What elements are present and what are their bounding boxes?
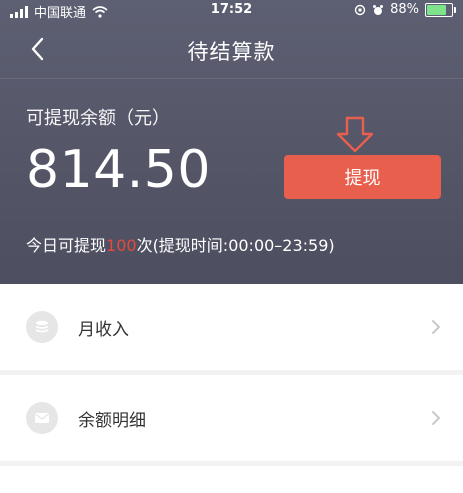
list-item-partial[interactable] [0,466,463,493]
down-arrow-icon [336,116,374,153]
balance-amount: 814.50 [26,140,211,200]
rotation-lock-icon [354,4,366,15]
list-item-label: 月收入 [78,320,129,340]
list-item-label: 余额明细 [78,411,146,431]
withdraw-note-prefix: 今日可提现 [26,236,107,255]
nav-divider [0,78,463,79]
withdraw-button[interactable]: 提现 [284,155,441,199]
battery-icon [425,2,456,17]
chevron-right-icon [432,411,440,425]
envelope-icon [26,402,58,434]
status-right: 88% [354,2,456,17]
balance-label: 可提现余额（元） [26,108,170,129]
withdraw-count: 100 [106,236,137,255]
coins-icon [26,311,58,343]
nav-bar: 待结算款 [0,24,463,78]
withdraw-note-suffix: 次(提现时间:00:00–23:59) [136,236,335,255]
status-bar: 中国联通 17:52 88% [0,0,463,24]
chevron-right-icon [432,320,440,334]
list-item-balance-details[interactable]: 余额明细 [0,375,463,461]
list-item-monthly-income[interactable]: 月收入 [0,284,463,370]
withdraw-note: 今日可提现100次(提现时间:00:00–23:59) [26,232,335,256]
page-title: 待结算款 [187,40,276,64]
battery-percent: 88% [390,2,419,17]
balance-header: 中国联通 17:52 88% 待结算款 可提现余额（元） 814.50 提现 今… [0,0,463,284]
alarm-icon [373,4,384,15]
